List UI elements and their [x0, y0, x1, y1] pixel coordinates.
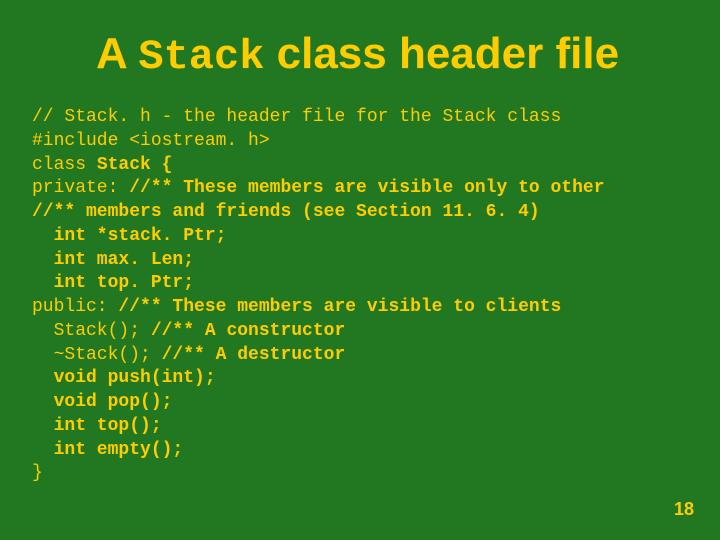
title-pre: A: [96, 29, 138, 78]
code-line-bold: void pop();: [32, 392, 172, 412]
code-line-bold: //** A destructor: [162, 345, 346, 365]
code-line-bold: void push(int);: [32, 368, 216, 388]
code-line-bold: Stack {: [97, 155, 173, 175]
code-line: Stack();: [32, 321, 151, 341]
title-mono: Stack: [138, 33, 264, 81]
code-line: #include <iostream. h>: [32, 131, 270, 151]
code-line-bold: //** members and friends (see Section 11…: [32, 202, 540, 222]
code-line: }: [32, 463, 43, 483]
code-line-bold: int empty();: [32, 440, 183, 460]
page-number: 18: [674, 499, 694, 520]
title-post: class header file: [264, 29, 619, 78]
code-line: public:: [32, 297, 118, 317]
code-line: class: [32, 155, 97, 175]
code-line-bold: int *stack. Ptr;: [32, 226, 226, 246]
code-line-bold: int top. Ptr;: [32, 273, 194, 293]
code-block: // Stack. h - the header file for the St…: [32, 106, 688, 486]
code-line-bold: //** A constructor: [151, 321, 345, 341]
code-line: // Stack. h - the header file for the St…: [32, 107, 561, 127]
code-line: ~Stack();: [32, 345, 162, 365]
code-line-bold: //** These members are visible only to o…: [129, 178, 604, 198]
code-line-bold: int top();: [32, 416, 162, 436]
slide: A Stack class header file // Stack. h - …: [0, 0, 720, 540]
code-line: private:: [32, 178, 129, 198]
code-line-bold: //** These members are visible to client…: [118, 297, 561, 317]
slide-title: A Stack class header file: [96, 30, 688, 80]
code-line-bold: int max. Len;: [32, 250, 194, 270]
